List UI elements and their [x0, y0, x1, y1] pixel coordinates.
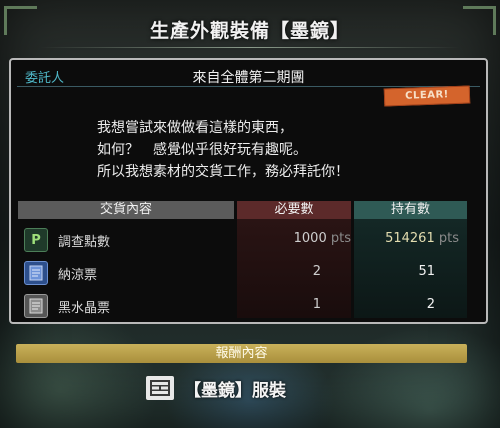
research-points-icon: P	[24, 228, 48, 252]
header-owned: 持有數	[354, 201, 467, 219]
owned-count: 514261 pts	[385, 231, 459, 246]
gray-ticket-icon	[24, 294, 48, 318]
required-count: 1	[312, 297, 321, 312]
table-row[interactable]: 黑水晶票 1 2	[18, 291, 467, 320]
message-line: 所以我想素材的交貨工作，務必拜託你！	[97, 164, 349, 180]
header-delivery-items: 交貨內容	[18, 201, 234, 219]
owned-count: 2	[426, 297, 435, 312]
reward-item[interactable]: 【墨鏡】服裝	[146, 374, 286, 402]
client-name: 來自全體第二期團	[192, 70, 305, 86]
request-message: 我想嘗試來做做看這樣的東西， 如何？ 感覺似乎很好玩有趣呢。 所以我想素材的交貨…	[97, 117, 437, 183]
message-line: 如何？ 感覺似乎很好玩有趣呢。	[97, 142, 307, 158]
table-row[interactable]: P 調查點數 1000 pts 514261 pts	[18, 225, 467, 254]
reward-header: 報酬內容	[16, 344, 467, 363]
item-name: 黑水晶票	[58, 301, 111, 316]
quest-panel: 委託人 來自全體第二期團 CLEAR! 我想嘗試來做做看這樣的東西， 如何？ 感…	[9, 58, 488, 324]
title-bar: 生產外觀裝備【墨鏡】	[0, 0, 500, 58]
blue-ticket-icon	[24, 261, 48, 285]
header-required: 必要數	[237, 201, 351, 219]
armor-set-icon	[146, 376, 174, 400]
reward-item-name: 【墨鏡】服裝	[184, 380, 286, 401]
owned-count: 51	[418, 264, 435, 279]
title-divider	[40, 47, 460, 48]
item-name: 調查點數	[58, 235, 111, 250]
clear-status-badge: CLEAR!	[383, 85, 471, 107]
client-row: 委託人 來自全體第二期團	[17, 64, 480, 87]
message-line: 我想嘗試來做做看這樣的東西，	[97, 120, 293, 136]
required-count: 2	[312, 264, 321, 279]
page-title: 生產外觀裝備【墨鏡】	[149, 19, 350, 42]
item-name: 納涼票	[58, 268, 98, 283]
table-row[interactable]: 納涼票 2 51	[18, 258, 467, 287]
required-count: 1000 pts	[293, 231, 351, 246]
